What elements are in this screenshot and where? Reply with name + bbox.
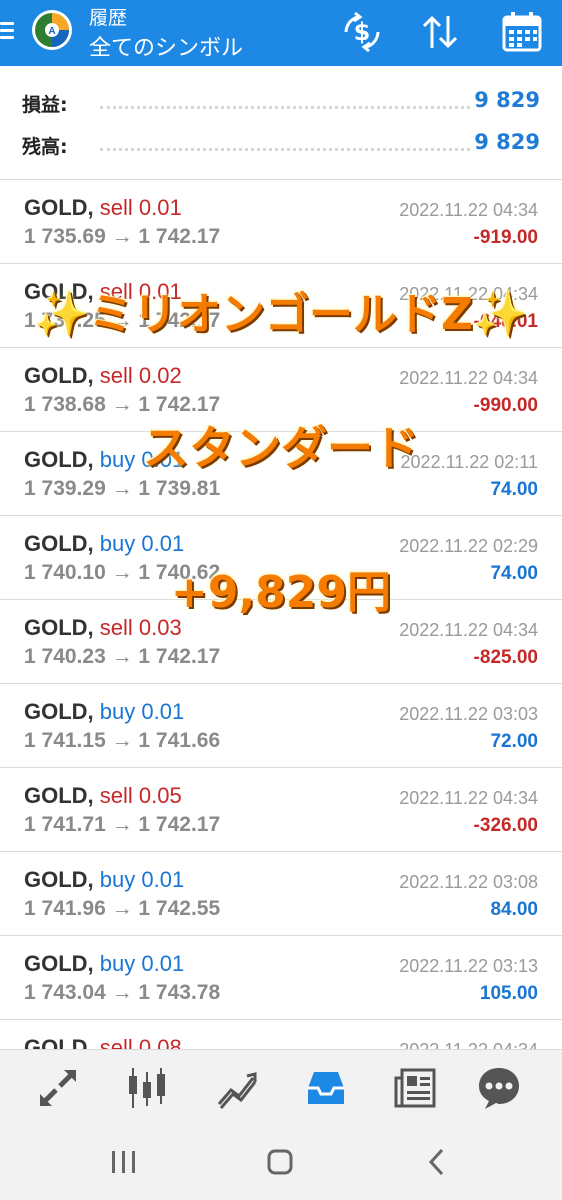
deal-side-volume: buy 0.01	[99, 531, 185, 556]
deal-row[interactable]: GOLD, buy 0.01 1 743.04 → 1 743.78 2022.11…	[0, 935, 562, 1019]
deal-row[interactable]: GOLD, sell 0.01 1 735.69 → 1 742.17 2022.1…	[0, 179, 562, 263]
calendar-icon[interactable]	[498, 10, 546, 54]
deal-symbol: GOLD, sell 0.05	[24, 783, 182, 809]
currency-swap-icon[interactable]: $	[338, 10, 386, 54]
chat-icon[interactable]	[475, 1064, 523, 1112]
deal-row[interactable]: GOLD, buy 0.01 1 741.15 → 1 741.66 2022.11…	[0, 683, 562, 767]
promo-title: ✨ミリオンゴールドZ✨	[34, 289, 528, 340]
profit-value: 9 829	[474, 88, 540, 112]
deal-prices: 1 735.69 → 1 742.17	[24, 225, 221, 248]
symbol-name: GOLD,	[24, 783, 94, 808]
svg-text:A: A	[48, 26, 55, 37]
deal-prices: 1 739.29 → 1 739.81	[24, 477, 221, 500]
trend-icon[interactable]	[213, 1064, 261, 1112]
history-icon[interactable]	[302, 1064, 350, 1112]
symbol-name: GOLD,	[24, 867, 94, 892]
metatrader-logo-icon: A	[28, 6, 76, 54]
deal-prices: 1 741.71 → 1 742.17	[24, 813, 221, 836]
deal-profit: -825.00	[473, 647, 538, 668]
recent-apps-icon[interactable]	[104, 1145, 144, 1179]
balance-value: 9 829	[474, 130, 540, 154]
profit-summary-row: 損益: 9 829	[0, 84, 562, 124]
menu-icon[interactable]	[0, 18, 16, 48]
deal-time: 2022.11.22 04:34	[399, 368, 538, 388]
symbol-name: GOLD,	[24, 531, 94, 556]
deal-symbol: GOLD, buy 0.01	[24, 951, 184, 977]
deal-prices: 1 741.96 → 1 742.55	[24, 897, 221, 920]
deal-side-volume: buy 0.01	[99, 867, 185, 892]
deal-symbol: GOLD, buy 0.01	[24, 867, 184, 893]
deal-profit: 84.00	[490, 899, 538, 920]
symbol-name: GOLD,	[24, 951, 94, 976]
screen-subtitle: 履歴	[89, 7, 128, 29]
balance-summary-row: 残高: 9 829	[0, 126, 562, 166]
dotted-leader	[100, 148, 470, 151]
deal-symbol: GOLD, buy 0.01	[24, 699, 184, 725]
promo-amount: +9,829円	[170, 567, 392, 618]
promo-subtitle: スタンダード	[143, 421, 419, 475]
deal-symbol: GOLD, sell 0.01	[24, 195, 182, 221]
deal-time: 2022.11.22 03:13	[399, 956, 538, 976]
deal-profit: -326.00	[473, 815, 538, 836]
deal-prices: 1 743.04 → 1 743.78	[24, 981, 221, 1004]
home-icon[interactable]	[260, 1145, 300, 1179]
bottom-navigation	[0, 1049, 562, 1124]
back-icon[interactable]	[418, 1145, 458, 1179]
svg-text:$: $	[354, 18, 371, 46]
symbol-name: GOLD,	[24, 699, 94, 724]
deal-profit: 74.00	[490, 479, 538, 500]
deal-time: 2022.11.22 02:29	[399, 536, 538, 556]
profit-label: 損益:	[22, 94, 68, 116]
news-icon[interactable]	[392, 1064, 440, 1112]
chart-candles-icon[interactable]	[123, 1064, 171, 1112]
deal-side-volume: buy 0.01	[99, 699, 185, 724]
deal-profit: -919.00	[473, 227, 538, 248]
screen-title[interactable]: 全てのシンボル	[89, 30, 243, 62]
deal-side-volume: sell 0.05	[99, 783, 182, 808]
deal-time: 2022.11.22 04:34	[399, 200, 538, 220]
balance-label: 残高:	[22, 136, 68, 158]
symbol-name: GOLD,	[24, 195, 94, 220]
deal-symbol: GOLD, sell 0.02	[24, 363, 182, 389]
deal-time: 2022.11.22 03:08	[399, 872, 538, 892]
deal-side-volume: sell 0.02	[99, 363, 182, 388]
symbol-name: GOLD,	[24, 363, 94, 388]
deal-row[interactable]: GOLD, sell 0.05 1 741.71 → 1 742.17 2022.1…	[0, 767, 562, 851]
app-bar: A 履歴 全てのシンボル $	[0, 0, 562, 66]
deal-row[interactable]: GOLD, buy 0.01 1 741.96 → 1 742.55 2022.11…	[0, 851, 562, 935]
deal-profit: 105.00	[479, 983, 538, 1004]
deal-side-volume: buy 0.01	[99, 951, 185, 976]
deal-side-volume: sell 0.01	[99, 195, 182, 220]
system-navigation-bar	[0, 1123, 562, 1200]
deal-time: 2022.11.22 03:03	[399, 704, 538, 724]
deal-profit: 72.00	[490, 731, 538, 752]
sort-icon[interactable]	[416, 10, 464, 54]
deal-time: 2022.11.22 04:34	[399, 788, 538, 808]
deal-prices: 1 740.23 → 1 742.17	[24, 645, 221, 668]
deal-prices: 1 741.15 → 1 741.66	[24, 729, 221, 752]
dotted-leader	[100, 106, 470, 109]
deal-symbol: GOLD, buy 0.01	[24, 531, 184, 557]
trade-icon[interactable]	[34, 1064, 82, 1112]
deal-time: 2022.11.22 04:34	[399, 620, 538, 640]
